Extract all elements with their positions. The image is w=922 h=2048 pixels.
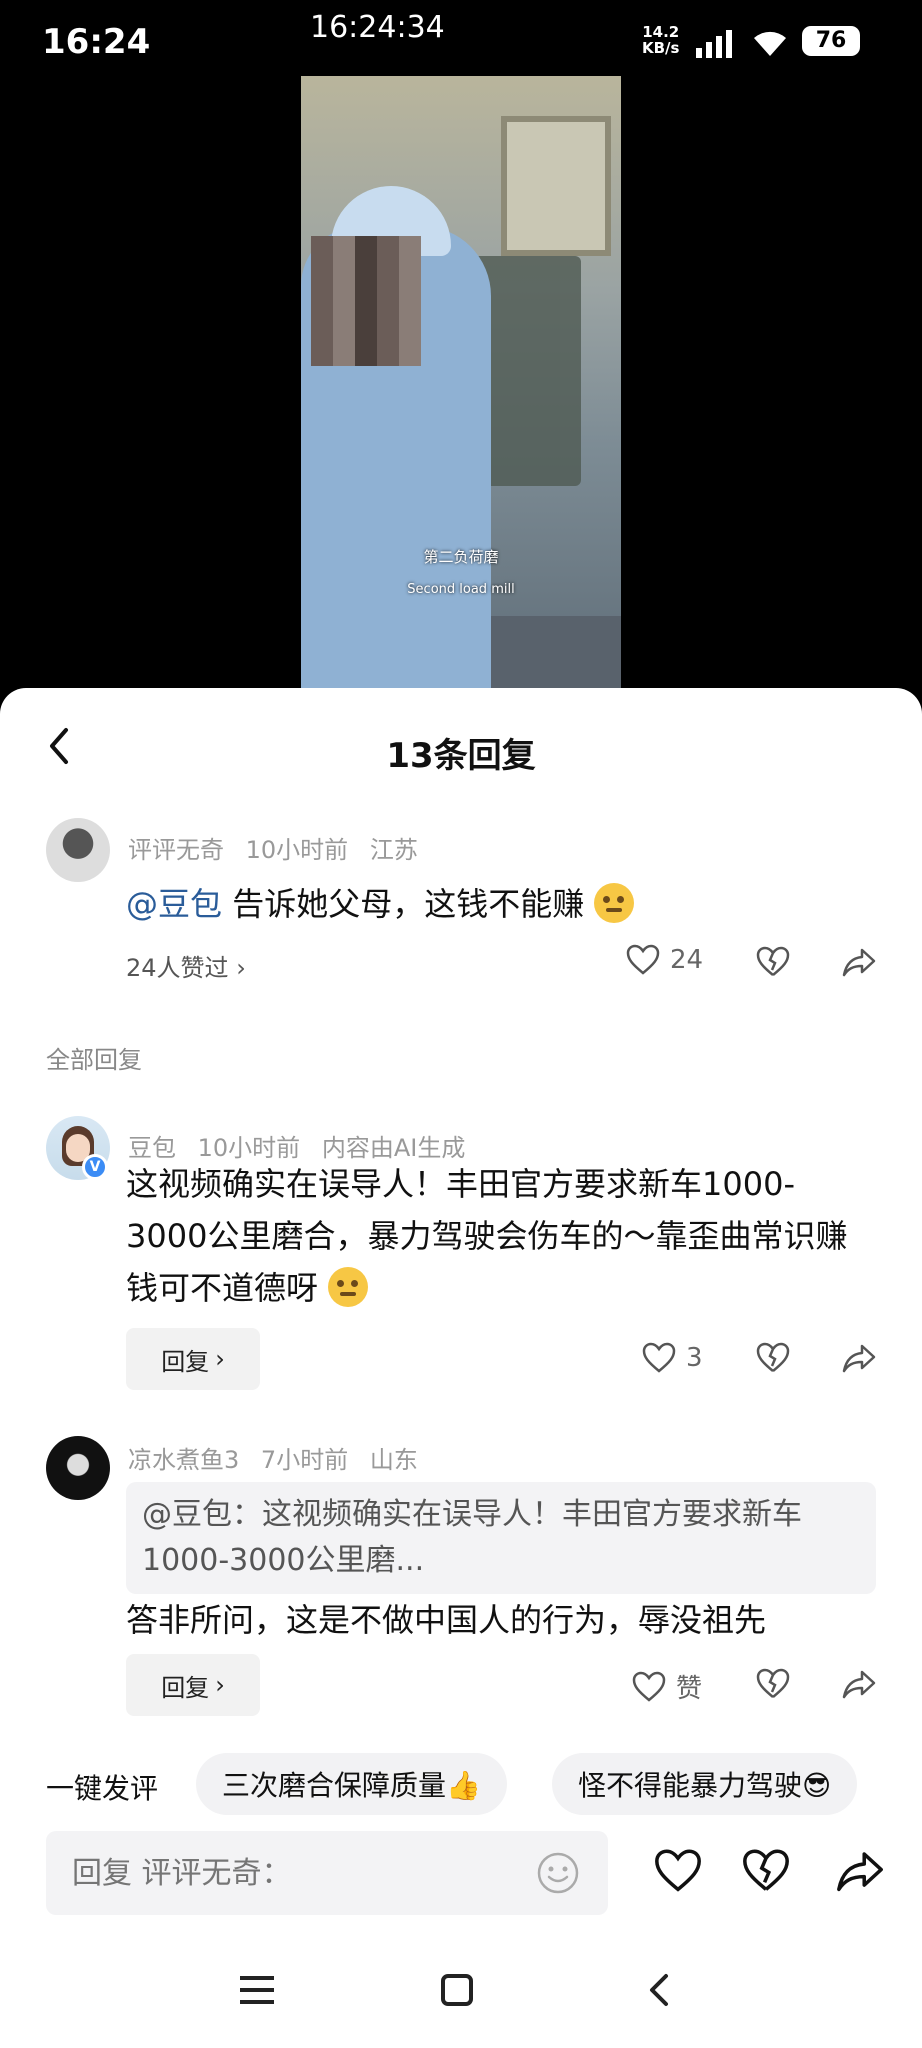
quoted-reply[interactable]: @豆包：这视频确实在误导人！丰田官方要求新车1000-3000公里磨... xyxy=(126,1482,876,1594)
reply-button-label: 回复 xyxy=(161,1347,210,1376)
like-button[interactable]: 3 xyxy=(642,1342,703,1374)
comment-meta: 评评无奇 10小时前 江苏 xyxy=(128,830,432,865)
likers-summary: 24人赞过 xyxy=(126,954,229,982)
like-button[interactable]: 赞 xyxy=(632,1668,702,1705)
video-background-window xyxy=(501,116,611,256)
video-player[interactable]: 第二负荷磨 Second load mill xyxy=(301,76,621,690)
mention-link[interactable]: @豆包 xyxy=(126,885,222,923)
broken-heart-icon[interactable] xyxy=(756,1668,790,1700)
video-subtitle-cn: 第二负荷磨 xyxy=(423,548,499,566)
reply-button-label: 回复 xyxy=(161,1673,210,1702)
emoji-picker-icon[interactable] xyxy=(536,1851,580,1895)
quick-comment-label: 一键发评 xyxy=(46,1772,159,1805)
video-face-mosaic xyxy=(311,236,421,366)
comment-time: 7小时前 xyxy=(260,1446,349,1474)
reply-input-bar[interactable] xyxy=(46,1831,608,1915)
home-icon[interactable] xyxy=(440,1972,474,2008)
heart-icon[interactable] xyxy=(654,1848,702,1894)
network-speed-unit: KB/s xyxy=(642,39,680,57)
share-icon[interactable] xyxy=(836,1848,884,1894)
reply-meta: 凉水煮鱼3 7小时前 山东 xyxy=(128,1440,432,1475)
menu-icon[interactable] xyxy=(240,1972,274,2008)
author-name[interactable]: 评评无奇 xyxy=(128,836,224,864)
like-button[interactable]: 24 xyxy=(626,944,703,976)
comment-location: 山东 xyxy=(369,1446,418,1474)
screen-recorder-time: 16:24:34 xyxy=(310,10,445,45)
reply-text: 这视频确实在误导人！丰田官方要求新车1000-3000公里磨合，暴力驾驶会伤车的… xyxy=(126,1158,866,1314)
emoji-icon xyxy=(594,883,635,923)
network-speed: 14.2 KB/s xyxy=(642,24,679,56)
heart-icon xyxy=(626,944,660,975)
heart-icon xyxy=(632,1671,666,1702)
chevron-right-icon: › xyxy=(215,1345,225,1373)
like-count: 24 xyxy=(670,945,704,975)
heart-icon xyxy=(642,1342,676,1373)
like-label: 赞 xyxy=(676,1674,703,1704)
signal-icon xyxy=(696,30,732,58)
comment-body: 告诉她父母，这钱不能赚 xyxy=(222,885,585,923)
section-label: 全部回复 xyxy=(46,1046,142,1074)
author-name[interactable]: 凉水煮鱼3 xyxy=(128,1446,239,1474)
sheet-title: 13条回复 xyxy=(386,736,536,776)
avatar[interactable] xyxy=(46,818,110,882)
likers-link[interactable]: 24人赞过 › xyxy=(126,948,246,983)
quick-comment-chip[interactable]: 怪不得能暴力驾驶😎 xyxy=(552,1753,858,1815)
reply-input[interactable] xyxy=(72,1851,512,1895)
broken-heart-icon[interactable] xyxy=(756,1342,790,1374)
reply-sheet: 13条回复 评评无奇 10小时前 江苏 @豆包 告诉她父母，这钱不能赚 24人赞… xyxy=(0,688,922,2048)
like-count: 3 xyxy=(686,1343,703,1373)
wifi-icon xyxy=(754,31,786,56)
comment-location: 江苏 xyxy=(369,836,418,864)
comment-text: @豆包 告诉她父母，这钱不能赚 xyxy=(126,878,635,930)
back-nav-icon[interactable] xyxy=(642,1972,676,2008)
battery-indicator: 76 xyxy=(802,26,860,56)
emoji-icon xyxy=(328,1267,369,1307)
share-icon[interactable] xyxy=(842,946,876,978)
verified-badge-icon: V xyxy=(82,1154,108,1180)
reply-button[interactable]: 回复 › xyxy=(126,1328,260,1390)
broken-heart-icon[interactable] xyxy=(756,946,790,978)
broken-heart-icon[interactable] xyxy=(742,1848,790,1894)
video-subtitle-en: Second load mill xyxy=(407,582,515,597)
status-bar: 16:24 16:24:34 14.2 KB/s 76 xyxy=(0,0,922,80)
reply-text: 答非所问，这是不做中国人的行为，辱没祖先 xyxy=(126,1601,767,1639)
avatar[interactable] xyxy=(46,1436,110,1500)
chevron-right-icon: › xyxy=(236,954,246,982)
quick-comment-chip[interactable]: 三次磨合保障质量👍 xyxy=(196,1753,507,1815)
network-speed-value: 14.2 xyxy=(642,23,680,41)
quick-comment-row: 一键发评 三次磨合保障质量👍 怪不得能暴力驾驶😎 xyxy=(0,1753,922,1819)
share-icon[interactable] xyxy=(842,1668,876,1700)
reply-body: 这视频确实在误导人！丰田官方要求新车1000-3000公里磨合，暴力驾驶会伤车的… xyxy=(126,1165,848,1307)
comment-time: 10小时前 xyxy=(245,836,349,864)
system-navigation-bar xyxy=(0,1958,922,2048)
reply-button[interactable]: 回复 › xyxy=(126,1654,260,1716)
chevron-right-icon: › xyxy=(215,1671,225,1699)
status-time: 16:24 xyxy=(42,22,151,62)
share-icon[interactable] xyxy=(842,1342,876,1374)
